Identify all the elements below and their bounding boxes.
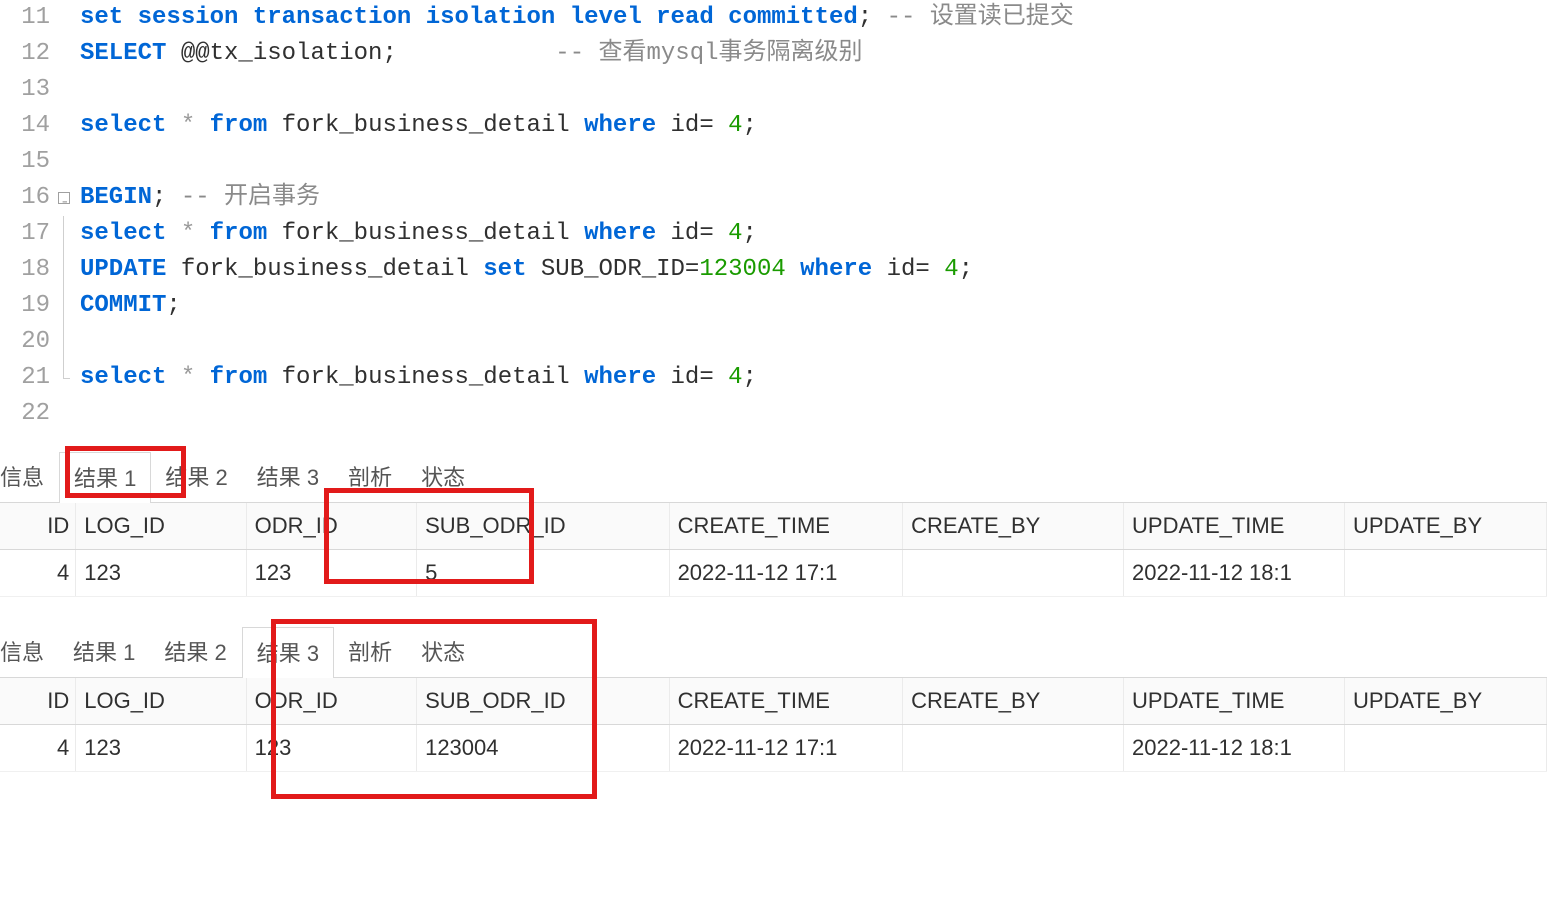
- column-header[interactable]: SUB_ODR_ID: [417, 678, 669, 725]
- cell[interactable]: 2022-11-12 17:1: [669, 550, 903, 597]
- table-row[interactable]: 412312352022-11-12 17:12022-11-12 18:1: [0, 550, 1547, 597]
- result-panel-2: 信息结果 1结果 2结果 3剖析状态 IDLOG_IDODR_IDSUB_ODR…: [0, 627, 1547, 772]
- column-header[interactable]: SUB_ODR_ID: [417, 503, 669, 550]
- column-header[interactable]: CREATE_TIME: [669, 678, 903, 725]
- line-number: 16: [0, 180, 50, 216]
- code-line[interactable]: COMMIT;: [80, 288, 1074, 324]
- code-line[interactable]: UPDATE fork_business_detail set SUB_ODR_…: [80, 252, 1074, 288]
- column-header[interactable]: ID: [0, 678, 76, 725]
- fold-marker: [56, 36, 74, 72]
- code-line[interactable]: select * from fork_business_detail where…: [80, 108, 1074, 144]
- fold-marker: [56, 396, 74, 432]
- line-number: 12: [0, 36, 50, 72]
- column-header[interactable]: LOG_ID: [76, 503, 246, 550]
- tab-结果 1[interactable]: 结果 1: [59, 627, 150, 677]
- code-line[interactable]: select * from fork_business_detail where…: [80, 360, 1074, 396]
- tab-信息[interactable]: 信息: [0, 452, 59, 502]
- fold-marker[interactable]: [56, 216, 74, 252]
- cell[interactable]: 123: [76, 550, 246, 597]
- tab-结果 2[interactable]: 结果 2: [150, 627, 241, 677]
- column-header[interactable]: CREATE_BY: [903, 678, 1124, 725]
- column-header[interactable]: CREATE_TIME: [669, 503, 903, 550]
- code-line[interactable]: BEGIN; -- 开启事务: [80, 180, 1074, 216]
- column-header[interactable]: LOG_ID: [76, 678, 246, 725]
- line-number-gutter: 111213141516171819202122: [0, 0, 56, 432]
- sql-editor[interactable]: 111213141516171819202122 set session tra…: [0, 0, 1547, 452]
- line-number: 19: [0, 288, 50, 324]
- code-line[interactable]: [80, 144, 1074, 180]
- fold-marker: [56, 144, 74, 180]
- line-number: 22: [0, 396, 50, 432]
- tab-信息[interactable]: 信息: [0, 627, 59, 677]
- fold-marker[interactable]: [56, 360, 74, 396]
- line-number: 18: [0, 252, 50, 288]
- result-tabbar-2: 信息结果 1结果 2结果 3剖析状态: [0, 627, 1547, 678]
- line-number: 20: [0, 324, 50, 360]
- result-panel-1: 信息结果 1结果 2结果 3剖析状态 IDLOG_IDODR_IDSUB_ODR…: [0, 452, 1547, 597]
- column-header[interactable]: ID: [0, 503, 76, 550]
- column-header[interactable]: UPDATE_BY: [1344, 678, 1546, 725]
- tab-结果 1[interactable]: 结果 1: [59, 452, 151, 503]
- cell[interactable]: [903, 550, 1124, 597]
- cell[interactable]: 123: [246, 550, 416, 597]
- code-line[interactable]: [80, 396, 1074, 432]
- cell[interactable]: [1344, 550, 1546, 597]
- cell[interactable]: 123: [246, 725, 416, 772]
- cell[interactable]: 4: [0, 725, 76, 772]
- line-number: 15: [0, 144, 50, 180]
- tab-状态[interactable]: 状态: [407, 627, 480, 677]
- code-line[interactable]: select * from fork_business_detail where…: [80, 216, 1074, 252]
- fold-marker: [56, 108, 74, 144]
- tab-状态[interactable]: 状态: [407, 452, 480, 502]
- column-header[interactable]: CREATE_BY: [903, 503, 1124, 550]
- fold-marker: [56, 72, 74, 108]
- cell[interactable]: 123004: [417, 725, 669, 772]
- cell[interactable]: 4: [0, 550, 76, 597]
- code-line[interactable]: [80, 72, 1074, 108]
- tab-剖析[interactable]: 剖析: [334, 627, 407, 677]
- column-header[interactable]: UPDATE_TIME: [1124, 503, 1345, 550]
- code-line[interactable]: SELECT @@tx_isolation; -- 查看mysql事务隔离级别: [80, 36, 1074, 72]
- result-table-2[interactable]: IDLOG_IDODR_IDSUB_ODR_IDCREATE_TIMECREAT…: [0, 678, 1547, 772]
- result-tabbar-1: 信息结果 1结果 2结果 3剖析状态: [0, 452, 1547, 503]
- table-row[interactable]: 41231231230042022-11-12 17:12022-11-12 1…: [0, 725, 1547, 772]
- line-number: 17: [0, 216, 50, 252]
- column-header[interactable]: UPDATE_BY: [1344, 503, 1546, 550]
- tab-结果 2[interactable]: 结果 2: [151, 452, 242, 502]
- fold-marker[interactable]: [56, 252, 74, 288]
- tab-剖析[interactable]: 剖析: [334, 452, 407, 502]
- code-area[interactable]: set session transaction isolation level …: [74, 0, 1074, 432]
- cell[interactable]: 2022-11-12 18:1: [1124, 550, 1345, 597]
- cell[interactable]: [903, 725, 1124, 772]
- cell[interactable]: 2022-11-12 18:1: [1124, 725, 1345, 772]
- line-number: 14: [0, 108, 50, 144]
- line-number: 21: [0, 360, 50, 396]
- cell[interactable]: [1344, 725, 1546, 772]
- fold-marker[interactable]: [56, 180, 74, 216]
- line-number: 13: [0, 72, 50, 108]
- code-line[interactable]: [80, 324, 1074, 360]
- column-header[interactable]: UPDATE_TIME: [1124, 678, 1345, 725]
- fold-marker: [56, 0, 74, 36]
- code-line[interactable]: set session transaction isolation level …: [80, 0, 1074, 36]
- column-header[interactable]: ODR_ID: [246, 503, 416, 550]
- tab-结果 3[interactable]: 结果 3: [243, 452, 334, 502]
- tab-结果 3[interactable]: 结果 3: [242, 627, 334, 678]
- fold-gutter: [56, 0, 74, 432]
- column-header[interactable]: ODR_ID: [246, 678, 416, 725]
- fold-marker[interactable]: [56, 288, 74, 324]
- cell[interactable]: 5: [417, 550, 669, 597]
- cell[interactable]: 123: [76, 725, 246, 772]
- line-number: 11: [0, 0, 50, 36]
- cell[interactable]: 2022-11-12 17:1: [669, 725, 903, 772]
- result-table-1[interactable]: IDLOG_IDODR_IDSUB_ODR_IDCREATE_TIMECREAT…: [0, 503, 1547, 597]
- fold-marker[interactable]: [56, 324, 74, 360]
